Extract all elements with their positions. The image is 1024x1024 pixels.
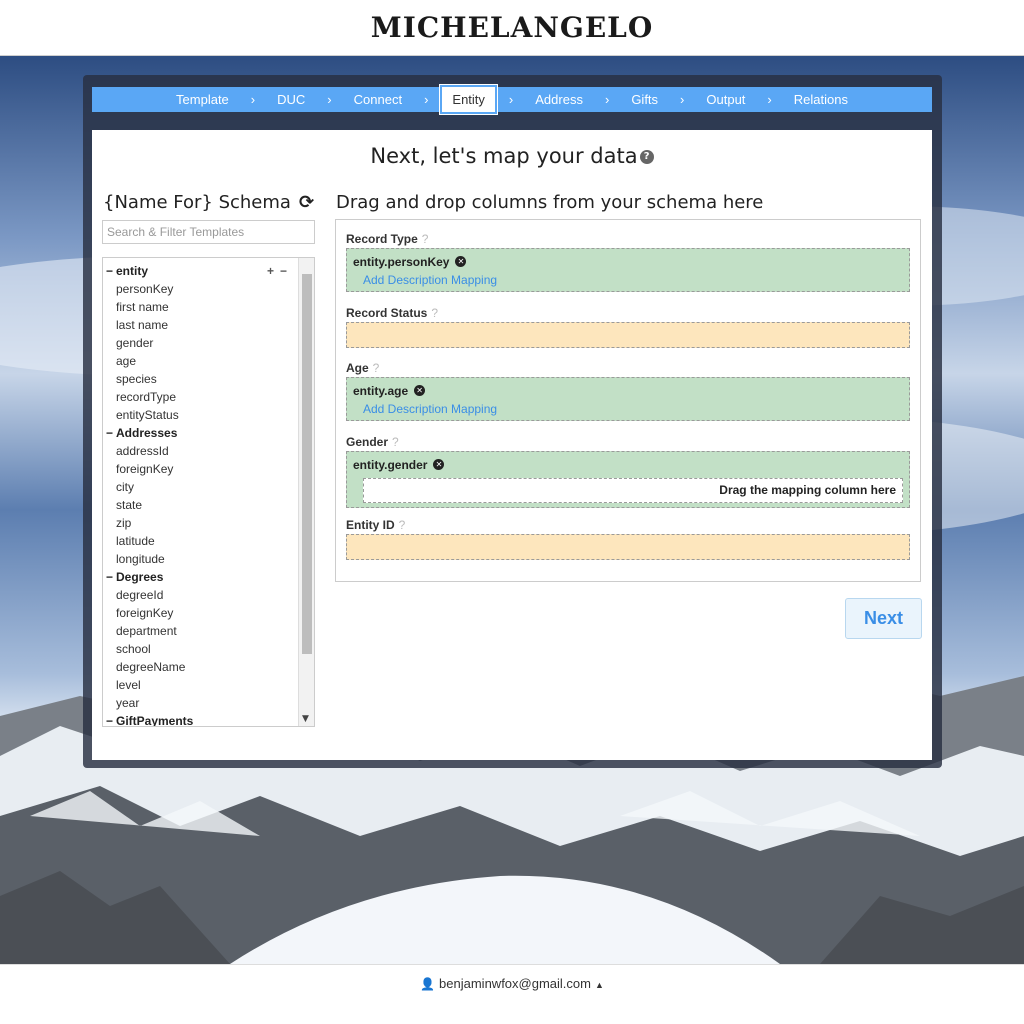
tree-item[interactable]: longitude [103, 550, 299, 568]
collapse-icon[interactable]: − [106, 712, 113, 726]
tree-item[interactable]: addressId [103, 442, 299, 460]
tree-item[interactable]: last name [103, 316, 299, 334]
step-connect[interactable]: Connect [344, 87, 412, 112]
mapped-column: entity.personKey [353, 255, 450, 269]
refresh-icon[interactable]: ⟳ [299, 192, 314, 213]
tree-item[interactable]: foreignKey [103, 604, 299, 622]
brand-logo: MICHELANGELO [370, 11, 654, 44]
tree-item[interactable]: city [103, 478, 299, 496]
tree-item[interactable]: school [103, 640, 299, 658]
footer: 👤 benjaminwfox@gmail.com ▲ [0, 964, 1024, 1024]
tree-item[interactable]: zip [103, 514, 299, 532]
tree-group-degrees[interactable]: − Degrees [103, 568, 299, 586]
tree-group-addresses[interactable]: − Addresses [103, 424, 299, 442]
top-header: MICHELANGELO [0, 0, 1024, 56]
step-gifts[interactable]: Gifts [621, 87, 668, 112]
step-entity[interactable]: Entity [439, 84, 498, 115]
next-button[interactable]: Next [845, 598, 922, 639]
field-gender: Gender? entity.gender ✕ Drag the mapping … [346, 435, 910, 508]
user-email: benjaminwfox@gmail.com [439, 976, 591, 991]
schema-title: {Name For} Schema [103, 192, 291, 213]
tree-group-entity[interactable]: − entity +− [103, 262, 299, 280]
tree-item[interactable]: latitude [103, 532, 299, 550]
chevron-right-icon: › [424, 92, 429, 107]
drop-zone-record-status[interactable] [346, 322, 910, 348]
step-duc[interactable]: DUC [267, 87, 315, 112]
collapse-icon[interactable]: − [106, 424, 113, 442]
tree-item[interactable]: first name [103, 298, 299, 316]
tree-item[interactable]: level [103, 676, 299, 694]
page-title-text: Next, let's map your data [370, 144, 638, 168]
user-icon: 👤 [420, 977, 436, 991]
tree-item[interactable]: year [103, 694, 299, 712]
user-menu[interactable]: 👤 benjaminwfox@gmail.com ▲ [420, 976, 604, 991]
drop-zone-entity-id[interactable] [346, 534, 910, 560]
scroll-thumb[interactable] [302, 274, 312, 654]
drop-area-title: Drag and drop columns from your schema h… [336, 192, 764, 213]
tree-item[interactable]: personKey [103, 280, 299, 298]
schema-tree-list: − entity +− personKey first name last na… [103, 262, 299, 726]
help-icon[interactable]: ? [392, 435, 399, 449]
mapping-panel: Next, let's map your data? {Name For} Sc… [92, 130, 932, 760]
schema-search-input[interactable] [102, 220, 315, 244]
tree-item[interactable]: department [103, 622, 299, 640]
schema-tree: − entity +− personKey first name last na… [102, 257, 315, 727]
tree-scrollbar[interactable]: ▼ [298, 258, 314, 726]
remove-icon[interactable]: ✕ [455, 256, 467, 268]
tree-item[interactable]: species [103, 370, 299, 388]
field-record-status: Record Status? [346, 306, 910, 348]
step-nav: Template › DUC › Connect › Entity › Addr… [92, 84, 932, 115]
step-relations[interactable]: Relations [784, 87, 858, 112]
add-description-mapping-link[interactable]: Add Description Mapping [363, 402, 903, 416]
collapse-icon[interactable]: − [106, 568, 113, 586]
page-title: Next, let's map your data? [92, 144, 932, 168]
help-icon[interactable]: ? [422, 232, 429, 246]
help-icon[interactable]: ? [373, 361, 380, 375]
chevron-right-icon: › [508, 92, 514, 107]
tree-item[interactable]: age [103, 352, 299, 370]
drop-zone-age[interactable]: entity.age ✕ Add Description Mapping [346, 377, 910, 421]
expand-collapse-all-icons[interactable]: +− [267, 262, 293, 280]
remove-icon[interactable]: ✕ [433, 459, 445, 471]
field-record-type: Record Type? entity.personKey ✕ Add Descr… [346, 232, 910, 292]
drop-zone-record-type[interactable]: entity.personKey ✕ Add Description Mappin… [346, 248, 910, 292]
scroll-down-arrow-icon[interactable]: ▼ [302, 714, 309, 724]
tree-item[interactable]: degreeName [103, 658, 299, 676]
mapped-column: entity.age [353, 384, 409, 398]
remove-icon[interactable]: ✕ [414, 385, 426, 397]
chevron-right-icon: › [327, 92, 332, 107]
field-entity-id: Entity ID? [346, 518, 910, 560]
step-address[interactable]: Address [525, 87, 593, 112]
collapse-icon[interactable]: − [106, 262, 113, 280]
drop-area: Record Type? entity.personKey ✕ Add Descr… [335, 219, 921, 582]
help-icon[interactable]: ? [639, 150, 654, 164]
chevron-right-icon: › [767, 92, 772, 107]
tree-item[interactable]: entityStatus [103, 406, 299, 424]
step-template[interactable]: Template [166, 87, 239, 112]
drop-zone-gender[interactable]: entity.gender ✕ Drag the mapping column h… [346, 451, 910, 508]
tree-item[interactable]: recordType [103, 388, 299, 406]
chevron-right-icon: › [604, 92, 610, 107]
sub-mapping-drop-zone[interactable]: Drag the mapping column here [363, 478, 903, 503]
chevron-right-icon: › [250, 92, 256, 107]
chevron-right-icon: › [680, 92, 685, 107]
tree-group-giftpayments[interactable]: − GiftPayments [103, 712, 299, 726]
tree-item[interactable]: gender [103, 334, 299, 352]
tree-item[interactable]: foreignKey [103, 460, 299, 478]
tree-item[interactable]: degreeId [103, 586, 299, 604]
help-icon[interactable]: ? [399, 518, 406, 532]
tree-item[interactable]: state [103, 496, 299, 514]
add-description-mapping-link[interactable]: Add Description Mapping [363, 273, 903, 287]
mapped-column: entity.gender [353, 458, 428, 472]
step-output[interactable]: Output [696, 87, 755, 112]
schema-header: {Name For} Schema ⟳ [103, 192, 314, 213]
help-icon[interactable]: ? [431, 306, 438, 320]
field-age: Age? entity.age ✕ Add Description Mapping [346, 361, 910, 421]
caret-up-icon: ▲ [594, 980, 604, 990]
